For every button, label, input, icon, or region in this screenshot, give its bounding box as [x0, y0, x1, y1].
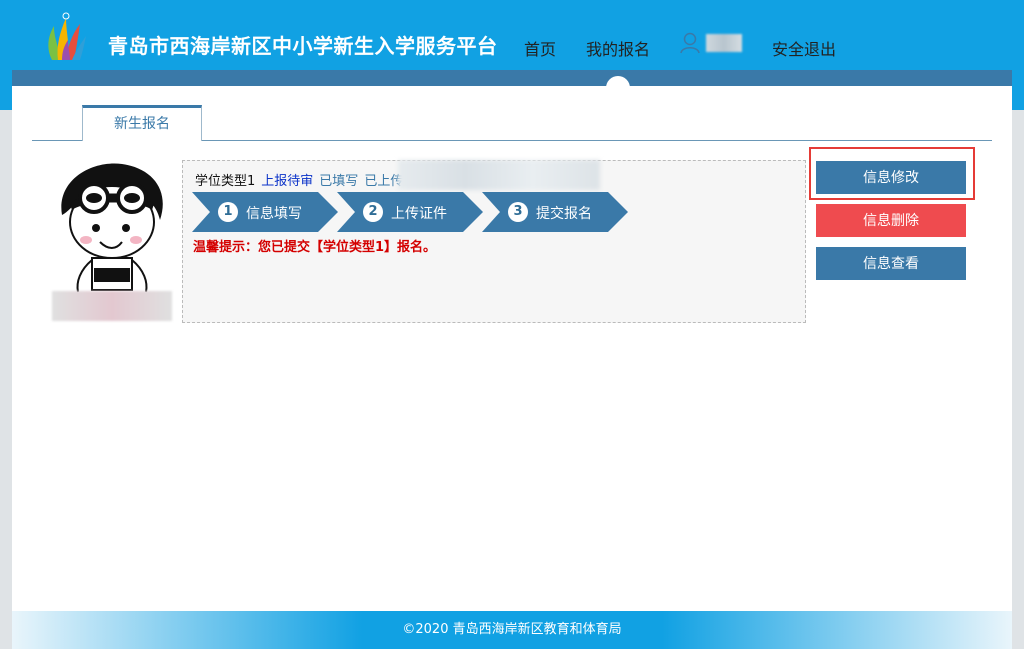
nav-my-registration[interactable]: 我的报名 [586, 36, 650, 60]
tab-new-student-registration[interactable]: 新生报名 [82, 105, 202, 141]
status-filled: 已填写 [319, 174, 359, 189]
step-number: 3 [508, 202, 528, 222]
footer-copyright: ©2020 青岛西海岸新区教育和体育局 [12, 611, 1012, 649]
site-title: 青岛市西海岸新区中小学新生入学服务平台 [108, 34, 498, 58]
step-submit-registration: 3 提交报名 [482, 192, 628, 232]
registration-type: 学位类型1 [195, 174, 256, 189]
step-number: 1 [218, 202, 238, 222]
user-name-redacted [706, 34, 742, 52]
step-fill-info: 1 信息填写 [192, 192, 338, 232]
step-upload-documents: 2 上传证件 [337, 192, 483, 232]
edit-info-button[interactable]: 信息修改 [816, 161, 966, 194]
status-pending: 上报待审 [261, 174, 314, 189]
step-label: 提交报名 [536, 206, 592, 222]
user-icon[interactable] [680, 32, 700, 54]
student-name-redacted [52, 291, 172, 321]
view-info-button[interactable]: 信息查看 [816, 247, 966, 280]
warm-tip: 温馨提示：您已提交【学位类型1】报名。 [193, 240, 437, 255]
redacted-info [398, 160, 600, 190]
header-subbar [12, 70, 1012, 86]
nav-home[interactable]: 首页 [524, 36, 556, 60]
step-label: 上传证件 [391, 206, 447, 222]
step-label: 信息填写 [246, 206, 302, 222]
delete-info-button[interactable]: 信息删除 [816, 204, 966, 237]
registration-status-line: 学位类型1 上报待审 已填写 已上传 [195, 170, 403, 189]
nav-logout[interactable]: 安全退出 [772, 36, 836, 60]
logo-icon [48, 12, 86, 60]
step-number: 2 [363, 202, 383, 222]
